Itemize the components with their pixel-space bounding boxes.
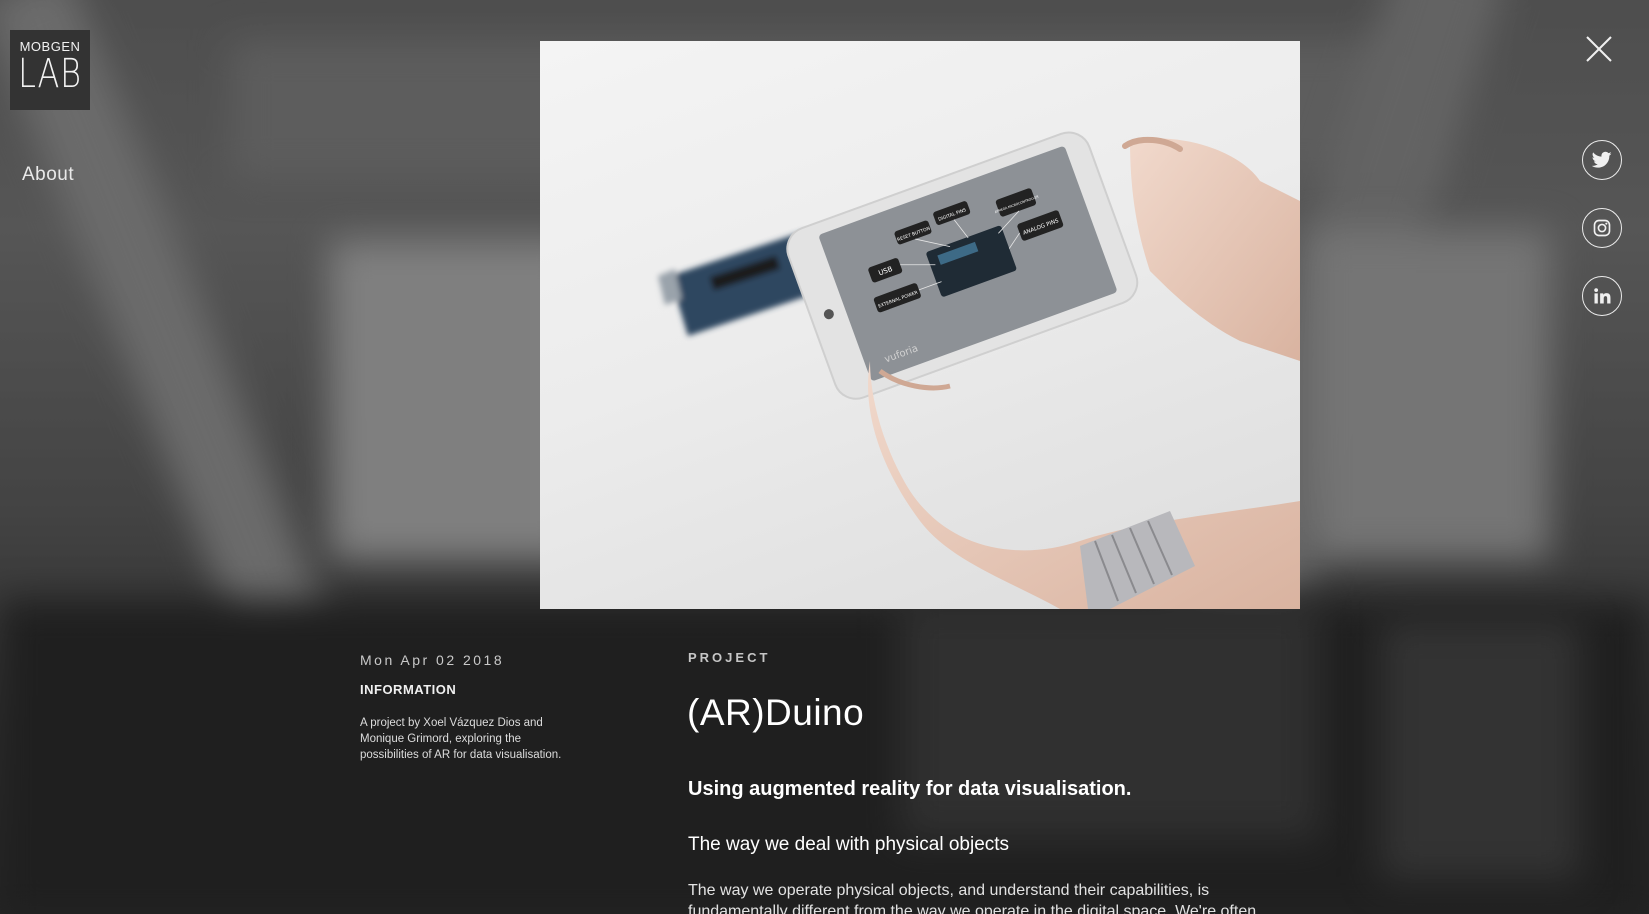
twitter-button[interactable] [1582, 140, 1622, 180]
section-heading: The way we deal with physical objects [688, 834, 1010, 855]
linkedin-button[interactable] [1582, 276, 1622, 316]
logo-bottom-text: LAB [18, 51, 82, 97]
hero-illustration: USB RESET BUTTON DIGITAL PINS ATMEGA MIC… [658, 131, 1300, 609]
nav-about-link[interactable]: About [22, 164, 74, 186]
brand-logo[interactable]: MOBGEN LAB [10, 30, 90, 110]
close-icon [1586, 36, 1612, 62]
phone: USB RESET BUTTON DIGITAL PINS ATMEGA MIC… [786, 131, 1139, 400]
right-hand [1130, 138, 1300, 361]
information-heading: INFORMATION [360, 682, 457, 697]
linkedin-icon [1594, 288, 1611, 304]
article-kicker: PROJECT [688, 650, 771, 665]
instagram-icon [1593, 219, 1611, 237]
twitter-icon [1592, 151, 1612, 168]
project-hero-image: USB RESET BUTTON DIGITAL PINS ATMEGA MIC… [540, 41, 1300, 609]
article-subtitle: Using augmented reality for data visuali… [688, 778, 1132, 800]
project-description: A project by Xoel Vázquez Dios and Moniq… [360, 717, 562, 761]
instagram-button[interactable] [1582, 208, 1622, 248]
article-title: (AR)Duino [687, 692, 865, 733]
article-body: The way we operate physical objects, and… [688, 882, 1257, 914]
close-button[interactable] [1584, 34, 1614, 64]
project-date: Mon Apr 02 2018 [360, 652, 505, 668]
